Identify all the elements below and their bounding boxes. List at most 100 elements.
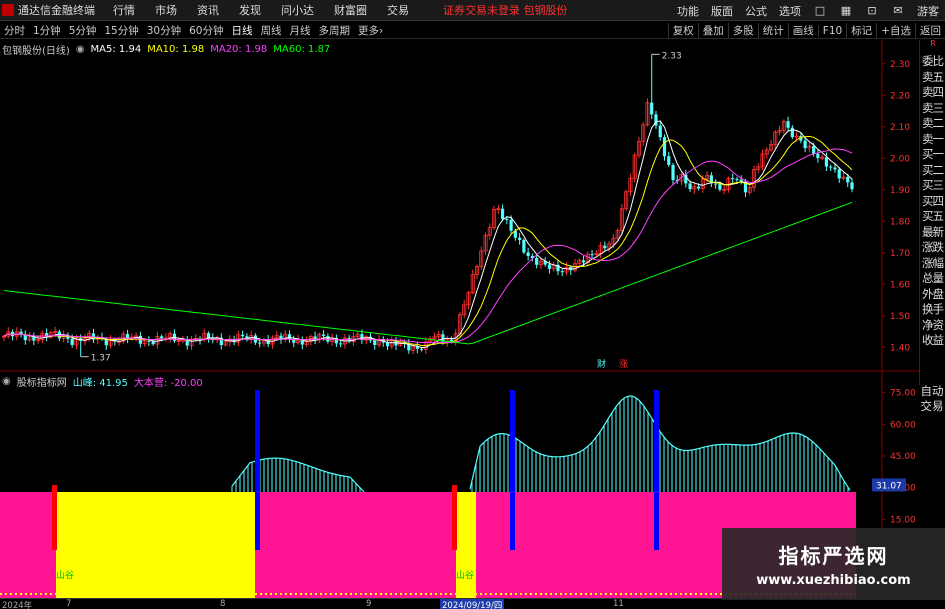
auto-label[interactable]: 自动 xyxy=(919,384,945,399)
candle-body xyxy=(509,219,513,231)
menu-banmian[interactable]: 版面 xyxy=(711,3,733,19)
candle-body xyxy=(667,156,671,165)
diejia-button[interactable]: 叠加 xyxy=(697,23,728,38)
period-30min[interactable]: 30分钟 xyxy=(147,23,181,38)
f10-button[interactable]: F10 xyxy=(817,24,846,37)
settings-circle-icon[interactable]: ◉ xyxy=(76,44,85,55)
menu-xuanxiang[interactable]: 选项 xyxy=(779,3,801,19)
price-tick-label: 1.40 xyxy=(890,343,910,353)
menu-item-caifuquan[interactable]: 财富圈 xyxy=(334,2,367,18)
watermark: 指标严选网 www.xuezhibiao.com xyxy=(722,528,945,600)
menu-item-zixun[interactable]: 资讯 xyxy=(197,2,219,18)
candle-body xyxy=(603,245,607,249)
period-daily[interactable]: 日线 xyxy=(232,23,253,38)
menu-item-wenxiaoda[interactable]: 问小达 xyxy=(281,2,314,18)
period-multi[interactable]: 多周期 xyxy=(319,23,351,38)
quote-item[interactable]: 卖三 xyxy=(920,101,945,117)
period-weekly[interactable]: 周线 xyxy=(261,23,282,38)
quote-item[interactable]: 最新 xyxy=(920,225,945,241)
sub-tick-label: 75.00 xyxy=(890,389,916,399)
ma5-label: MA5: 1.94 xyxy=(90,44,142,55)
period-monthly[interactable]: 月线 xyxy=(290,23,311,38)
menu-gongneng[interactable]: 功能 xyxy=(677,3,699,19)
quote-item[interactable]: 涨幅 xyxy=(920,256,945,272)
candle-body xyxy=(449,339,454,342)
ma-line xyxy=(3,120,853,349)
login-status[interactable]: 证券交易未登录 包钢股份 xyxy=(437,1,574,19)
candle-body xyxy=(420,348,424,350)
period-5min[interactable]: 5分钟 xyxy=(69,23,97,38)
menu-item-hangqing[interactable]: 行情 xyxy=(113,2,135,18)
main-legend: 包钢股份(日线) ◉ MA5: 1.94 MA10: 1.98 MA20: 1.… xyxy=(2,42,336,57)
price-tick-label: 1.90 xyxy=(890,186,910,196)
event-marker-cai: 财 xyxy=(597,358,606,370)
grid-icon[interactable]: ▦ xyxy=(839,4,853,17)
candle-body xyxy=(731,178,735,180)
ma60-line xyxy=(3,201,853,345)
quote-item[interactable]: 外盘 xyxy=(920,287,945,303)
period-1min[interactable]: 1分钟 xyxy=(33,23,61,38)
signal-bar-blue xyxy=(255,390,260,550)
candle-body xyxy=(688,183,692,190)
menu-item-jiaoyi[interactable]: 交易 xyxy=(387,2,409,18)
period-fenshi[interactable]: 分时 xyxy=(4,23,25,38)
quote-item[interactable]: 买五 xyxy=(920,209,945,225)
candle-body xyxy=(505,218,509,220)
quote-item[interactable]: 买三 xyxy=(920,178,945,194)
quote-item[interactable]: 换手 xyxy=(920,302,945,318)
candle-body xyxy=(258,342,262,344)
square-icon[interactable]: □ xyxy=(813,4,827,17)
duogu-button[interactable]: 多股 xyxy=(727,23,758,38)
main-chart[interactable]: 包钢股份(日线) ◉ MA5: 1.94 MA10: 1.98 MA20: 1.… xyxy=(0,40,945,372)
sub-tick-label: 15.00 xyxy=(890,515,916,525)
candle-body xyxy=(373,340,377,345)
menu-gongshi[interactable]: 公式 xyxy=(745,3,767,19)
candle-body xyxy=(160,336,164,339)
candle-body xyxy=(560,271,564,273)
sub-right-panel: 自动 交易 xyxy=(919,384,945,414)
quote-item[interactable]: 买一 xyxy=(920,147,945,163)
quote-item[interactable]: 卖五 xyxy=(920,70,945,86)
quote-item[interactable]: 涨跌 xyxy=(920,240,945,256)
period-60min[interactable]: 60分钟 xyxy=(189,23,223,38)
price-tick-label: 2.10 xyxy=(890,123,910,133)
ma10-label: MA10: 1.98 xyxy=(147,44,205,55)
candle-body xyxy=(829,166,833,168)
menu-item-shichang[interactable]: 市场 xyxy=(155,2,177,18)
ma20-label: MA20: 1.98 xyxy=(210,44,268,55)
candle-body xyxy=(321,334,326,337)
quote-item[interactable]: 委比 xyxy=(920,54,945,70)
fuquan-button[interactable]: 复权 xyxy=(667,23,698,38)
huaxian-button[interactable]: 画线 xyxy=(787,23,818,38)
candle-body xyxy=(522,240,526,253)
stock-title: 包钢股份(日线) xyxy=(2,46,70,57)
quote-item[interactable]: 收益 xyxy=(920,333,945,349)
candle-body xyxy=(850,182,854,190)
biaoji-button[interactable]: 标记 xyxy=(846,23,876,38)
add-watchlist-button[interactable]: +自选 xyxy=(876,23,915,38)
candle-body xyxy=(547,264,552,269)
trade-label[interactable]: 交易 xyxy=(919,399,945,414)
user-label[interactable]: 游客 xyxy=(917,3,939,19)
price-tick-label: 1.70 xyxy=(890,249,910,259)
quote-item[interactable]: 净资 xyxy=(920,318,945,334)
candle-body xyxy=(590,254,594,256)
lock-icon[interactable]: ⊡ xyxy=(865,4,879,17)
quote-item[interactable]: 卖二 xyxy=(920,116,945,132)
back-button[interactable]: 返回 xyxy=(915,23,945,38)
quote-item[interactable]: 总量 xyxy=(920,271,945,287)
quote-item[interactable]: 买二 xyxy=(920,163,945,179)
candle-body xyxy=(518,237,522,241)
mail-icon[interactable]: ✉ xyxy=(891,4,905,17)
period-15min[interactable]: 15分钟 xyxy=(104,23,138,38)
candle-body xyxy=(339,343,343,345)
candle-body xyxy=(735,179,739,181)
indicator-settings-icon[interactable]: ◉ xyxy=(2,376,11,387)
quote-item[interactable]: 卖一 xyxy=(920,132,945,148)
tongji-button[interactable]: 统计 xyxy=(757,23,788,38)
menu-item-faxian[interactable]: 发现 xyxy=(239,2,261,18)
indicator-title: 股标指标网 xyxy=(16,378,67,389)
quote-item[interactable]: 买四 xyxy=(920,194,945,210)
quote-item[interactable]: 卖四 xyxy=(920,85,945,101)
period-more[interactable]: 更多› xyxy=(358,23,383,38)
